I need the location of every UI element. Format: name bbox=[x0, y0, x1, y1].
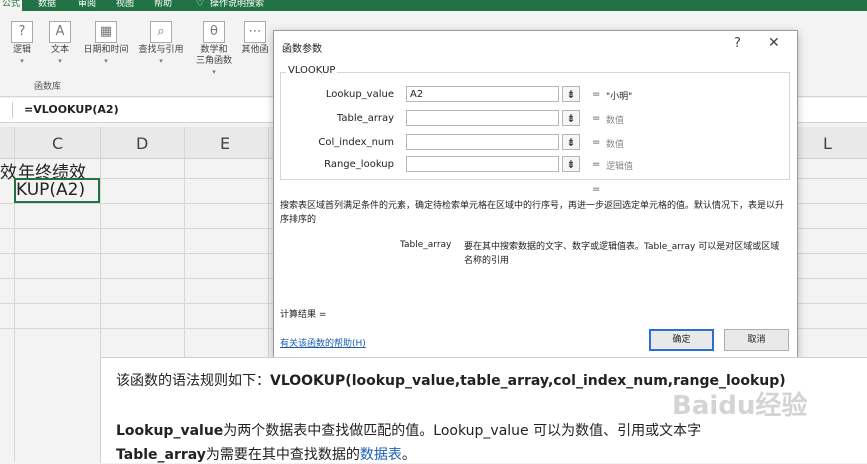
date-time-button[interactable]: ▦ 日期和时间 ▾ bbox=[80, 21, 132, 67]
col-index-num-input[interactable] bbox=[406, 134, 559, 150]
arg-equals: = bbox=[592, 137, 601, 148]
function-description: 搜索表区域首列满足条件的元素，确定待检索单元格在区域中的行序号，再进一步返回选定… bbox=[280, 201, 785, 225]
more-functions-icon: ⋯ bbox=[244, 21, 266, 43]
formula-text[interactable]: =VLOOKUP(A2) bbox=[24, 103, 119, 116]
cell-c2-edit[interactable]: KUP(A2) bbox=[16, 180, 85, 200]
more-functions-button[interactable]: ⋯ 其他函 bbox=[238, 21, 272, 56]
column-header-c[interactable]: C bbox=[52, 134, 63, 153]
arg-label-range-lookup: Range_lookup bbox=[324, 159, 394, 170]
arg-label-table-array: Table_array bbox=[336, 113, 394, 124]
chevron-down-icon: ▾ bbox=[104, 57, 108, 65]
chevron-down-icon: ▾ bbox=[159, 57, 163, 65]
arg-label-lookup-value: Lookup_value bbox=[325, 89, 394, 100]
column-header-e[interactable]: E bbox=[220, 134, 230, 153]
table-array-result: 数值 bbox=[606, 116, 625, 126]
tab-formulas[interactable]: 公式 bbox=[0, 0, 22, 11]
range-lookup-input[interactable] bbox=[406, 156, 559, 172]
arg-equals: = bbox=[592, 113, 601, 124]
function-arguments-dialog: 函数参数 ? ✕ VLOOKUP Lookup_value A2 ⇟ = "小明… bbox=[273, 30, 798, 359]
ok-button[interactable]: 确定 bbox=[649, 329, 714, 351]
arg-detail-name: Table_array bbox=[400, 240, 452, 250]
dialog-title: 函数参数 bbox=[282, 44, 322, 55]
function-help-link[interactable]: 有关该函数的帮助(H) bbox=[280, 336, 366, 349]
column-header-l[interactable]: L bbox=[823, 134, 832, 153]
cancel-button[interactable]: 取消 bbox=[724, 329, 789, 351]
arg-detail-text: 要在其中搜索数据的文字、数字或逻辑值表。Table_array 可以是对区域或区… bbox=[464, 242, 780, 266]
help-icon[interactable]: ? bbox=[734, 36, 741, 51]
text-button[interactable]: A 文本 ▾ bbox=[44, 21, 76, 67]
math-trig-button[interactable]: θ 数学和 三角函数 ▾ bbox=[194, 21, 234, 78]
tab-review[interactable]: 审阅 bbox=[78, 0, 96, 11]
range-lookup-result: 逻辑值 bbox=[606, 162, 634, 172]
lightbulb-icon: ♡ bbox=[196, 0, 205, 9]
text-icon: A bbox=[49, 21, 71, 43]
lookup-value-input[interactable]: A2 bbox=[406, 86, 559, 102]
arg-label-col-index-num: Col_index_num bbox=[318, 137, 394, 148]
ribbon-tab-bar: 公式 数据 审阅 视图 帮助 ♡ 操作说明搜索 bbox=[0, 0, 867, 11]
data-table-link[interactable]: 数据表 bbox=[360, 447, 402, 463]
tab-help[interactable]: 帮助 bbox=[154, 0, 172, 11]
column-header-d[interactable]: D bbox=[136, 134, 148, 153]
chevron-down-icon: ▾ bbox=[212, 68, 216, 76]
collapse-dialog-icon[interactable]: ⇟ bbox=[562, 86, 580, 102]
formula-result: 计算结果 = bbox=[280, 310, 327, 320]
chevron-down-icon: ▾ bbox=[58, 57, 62, 65]
lookup-value-explanation: Lookup_value为两个数据表中查找做匹配的值。Lookup_value … bbox=[116, 423, 702, 439]
chevron-down-icon: ▾ bbox=[20, 57, 24, 65]
table-array-input[interactable] bbox=[406, 110, 559, 126]
close-icon[interactable]: ✕ bbox=[768, 35, 780, 51]
arg-equals: = bbox=[592, 159, 601, 170]
collapse-dialog-icon[interactable]: ⇟ bbox=[562, 134, 580, 150]
function-result-equals: = bbox=[592, 184, 601, 195]
collapse-dialog-icon[interactable]: ⇟ bbox=[562, 110, 580, 126]
function-library-label: 函数库 bbox=[34, 82, 62, 92]
logical-button[interactable]: ? 逻辑 ▾ bbox=[6, 21, 38, 67]
formula-bar-divider bbox=[12, 102, 13, 118]
function-name: VLOOKUP bbox=[286, 65, 338, 76]
magnifier-icon: ⌕ bbox=[150, 21, 172, 43]
tab-view[interactable]: 视图 bbox=[116, 0, 134, 11]
lookup-value-result: "小明" bbox=[606, 92, 633, 102]
theta-icon: θ bbox=[203, 21, 225, 43]
tell-me-search[interactable]: 操作说明搜索 bbox=[210, 0, 264, 11]
arg-equals: = bbox=[592, 89, 601, 100]
lookup-reference-button[interactable]: ⌕ 查找与引用 ▾ bbox=[134, 21, 188, 67]
table-array-explanation: Table_array为需要在其中查找数据的数据表。 bbox=[116, 447, 416, 463]
col-index-num-result: 数值 bbox=[606, 140, 625, 150]
calendar-icon: ▦ bbox=[95, 21, 117, 43]
tab-data[interactable]: 数据 bbox=[38, 0, 56, 11]
watermark-logo: Baidu经验 bbox=[672, 391, 808, 421]
collapse-dialog-icon[interactable]: ⇟ bbox=[562, 156, 580, 172]
logical-icon: ? bbox=[11, 21, 33, 43]
